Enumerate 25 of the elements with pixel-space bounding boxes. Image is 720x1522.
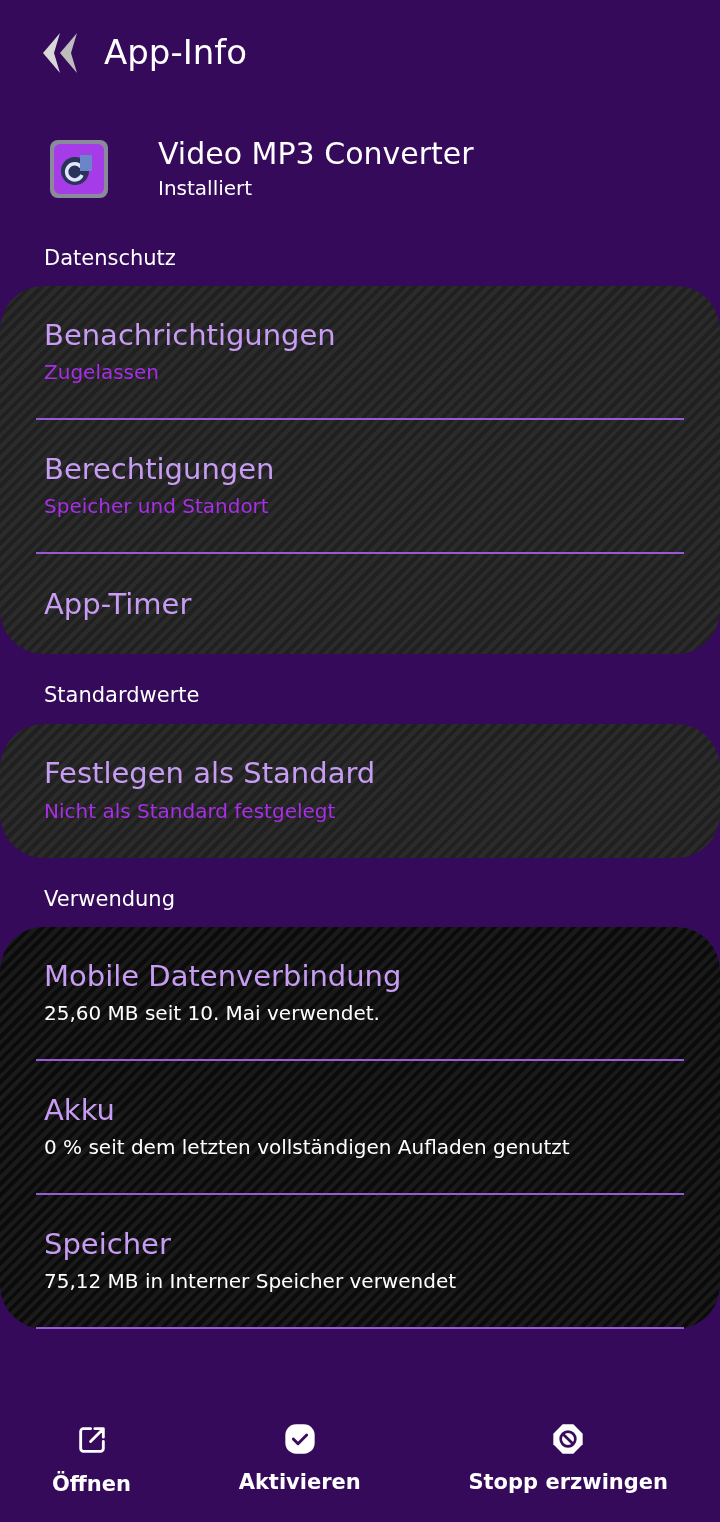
action-button[interactable]: Öffnen xyxy=(40,1418,143,1504)
setting-title[interactable]: Akku xyxy=(44,1091,676,1129)
setting-summary: 0 % seit dem letzten vollständigen Aufladen genutzt xyxy=(44,1134,571,1162)
setting-summary: 75,12 MB in Interner Speicher verwendet xyxy=(44,1268,458,1296)
action-button[interactable]: Stopp erzwingen xyxy=(456,1418,680,1504)
setting-title[interactable]: App-Timer xyxy=(44,585,676,623)
action-button[interactable]: Aktivieren xyxy=(226,1418,373,1504)
app-name: Video MP3 Converter xyxy=(158,135,474,173)
setting-summary: 25,60 MB seit 10. Mai verwendet. xyxy=(44,1000,381,1028)
section-heading: Standardwerte xyxy=(43,682,201,709)
setting-title[interactable]: Berechtigungen xyxy=(44,450,676,488)
setting-summary: Nicht als Standard festgelegt xyxy=(44,797,337,825)
setting-title[interactable]: Benachrichtigungen xyxy=(44,316,676,354)
setting-title[interactable]: Festlegen als Standard xyxy=(44,755,676,792)
section-heading: Verwendung xyxy=(43,885,176,913)
section-heading: Datenschutz xyxy=(43,244,177,272)
setting-title[interactable]: Mobile Datenverbindung xyxy=(44,957,676,995)
setting-summary: Speicher und Standort xyxy=(44,493,270,521)
install-status: Installiert xyxy=(158,174,254,202)
check-icon xyxy=(283,1422,316,1455)
block-icon xyxy=(552,1422,585,1455)
page-title: App-Info xyxy=(104,31,248,74)
app-icon xyxy=(48,137,110,200)
setting-summary: Zugelassen xyxy=(44,359,160,387)
setting-title[interactable]: Speicher xyxy=(44,1225,676,1263)
